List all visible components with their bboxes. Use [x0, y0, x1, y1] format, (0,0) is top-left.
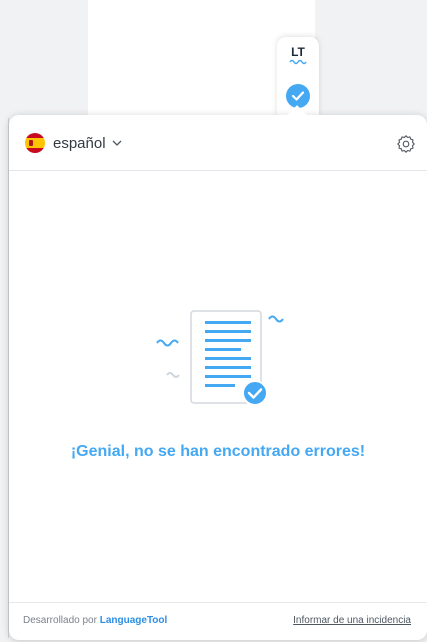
- chevron-down-icon: [112, 140, 122, 146]
- lt-logo-text: LT: [291, 45, 305, 59]
- no-errors-message: ¡Genial, no se han encontrado errores!: [70, 443, 366, 460]
- language-label: español: [53, 134, 106, 152]
- language-selector[interactable]: español: [25, 132, 122, 154]
- document-checked-icon: [156, 310, 284, 406]
- popup-header: español: [9, 115, 427, 171]
- check-icon[interactable]: [286, 84, 310, 108]
- lt-logo-icon: LT: [288, 45, 308, 69]
- credit-prefix: Desarrollado por: [23, 615, 97, 626]
- languagetool-link[interactable]: LanguageTool: [100, 615, 168, 626]
- spain-flag-icon: [25, 133, 45, 153]
- popup-footer: Desarrollado por LanguageTool Informar d…: [9, 602, 427, 640]
- credit-text: Desarrollado por LanguageTool: [23, 615, 167, 626]
- gear-icon[interactable]: [396, 134, 416, 154]
- report-issue-link[interactable]: Informar de una incidencia: [293, 615, 411, 626]
- languagetool-toolbar-tab[interactable]: LT: [277, 37, 319, 117]
- languagetool-popup: español ¡Genial, no se han encontrado er…: [9, 105, 427, 640]
